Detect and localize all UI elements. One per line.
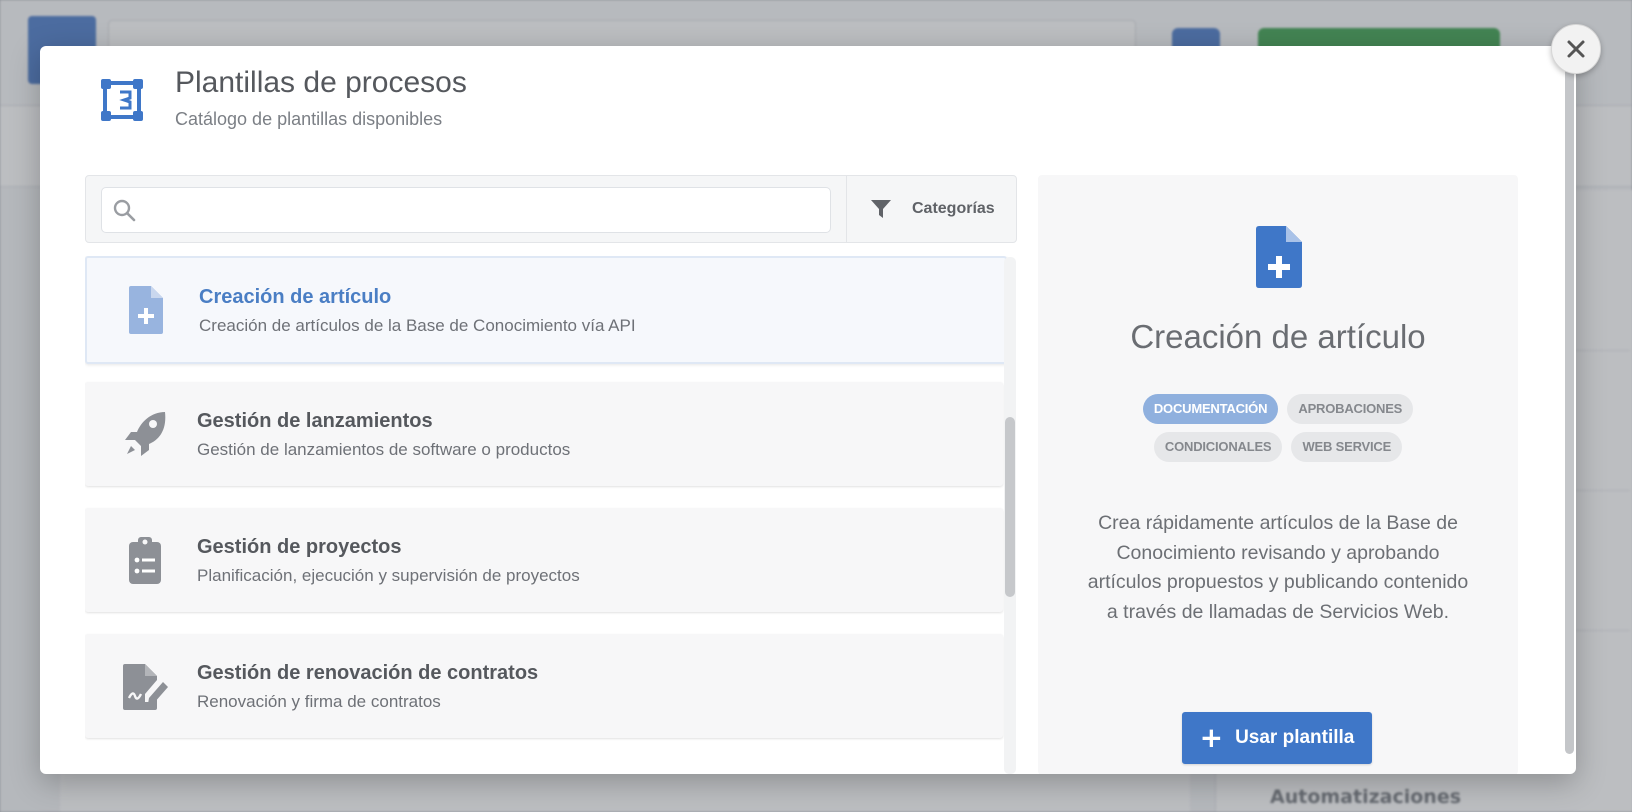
search-field[interactable] (101, 187, 831, 233)
rocket-icon (125, 412, 166, 456)
file-signature-icon (123, 664, 168, 710)
template-description: Planificación, ejecución y supervisión d… (197, 566, 580, 585)
template-card[interactable]: Gestión de lanzamientos Gestión de lanza… (85, 382, 1003, 486)
filter-icon (871, 200, 891, 218)
use-template-button[interactable]: + Usar plantilla (1182, 712, 1372, 764)
categories-filter-button[interactable]: Categorías (848, 176, 1016, 242)
tag-condicionales[interactable]: CONDICIONALES (1153, 432, 1283, 462)
template-title: Creación de artículo (199, 286, 392, 308)
template-card[interactable]: Creación de artículo Creación de artícul… (85, 256, 1007, 364)
tag-web-service[interactable]: WEB SERVICE (1291, 432, 1403, 462)
templates-modal: Plantillas de procesos Catálogo de plant… (40, 46, 1576, 774)
close-button[interactable] (1551, 24, 1601, 74)
template-card[interactable]: Gestión de renovación de contratos Renov… (85, 634, 1003, 738)
search-input[interactable] (146, 188, 820, 232)
template-list: Creación de artículo Creación de artícul… (85, 256, 1020, 774)
close-icon (1567, 40, 1585, 58)
template-card[interactable]: Gestión de proyectos Planificación, ejec… (85, 508, 1003, 612)
tag-aprobaciones[interactable]: APROBACIONES (1287, 394, 1414, 424)
template-description: Gestión de lanzamientos de software o pr… (197, 440, 571, 459)
modal-subtitle: Catálogo de plantillas disponibles (175, 109, 443, 129)
file-plus-icon (129, 286, 163, 334)
template-title: Gestión de proyectos (197, 536, 402, 558)
template-title: Gestión de lanzamientos (197, 410, 433, 432)
categories-label: Categorías (912, 200, 995, 217)
clipboard-list-icon (129, 537, 161, 584)
process-template-icon (101, 79, 143, 121)
modal-title: Plantillas de procesos (175, 66, 467, 99)
plus-icon: + (1199, 721, 1224, 754)
template-description: Renovación y firma de contratos (197, 692, 441, 711)
search-toolbar: Categorías (85, 175, 1017, 243)
modal-scrollbar-thumb[interactable] (1565, 68, 1574, 754)
search-icon (113, 199, 136, 222)
list-scrollbar-thumb[interactable] (1005, 417, 1015, 597)
tag-documentacion[interactable]: DOCUMENTACIÓN (1142, 394, 1279, 424)
template-detail-panel: Creación de artículo DOCUMENTACIÓN APROB… (1038, 175, 1518, 774)
detail-description: Crea rápidamente artículos de la Base de… (1087, 512, 1469, 623)
file-plus-icon (1256, 226, 1302, 288)
template-title: Gestión de renovación de contratos (197, 662, 539, 684)
template-description: Creación de artículos de la Base de Cono… (199, 316, 636, 335)
toolbar-divider (846, 176, 847, 242)
detail-title: Creación de artículo (1130, 318, 1426, 355)
detail-tags: DOCUMENTACIÓN APROBACIONES CONDICIONALES… (1078, 394, 1478, 470)
use-template-label: Usar plantilla (1235, 727, 1355, 748)
